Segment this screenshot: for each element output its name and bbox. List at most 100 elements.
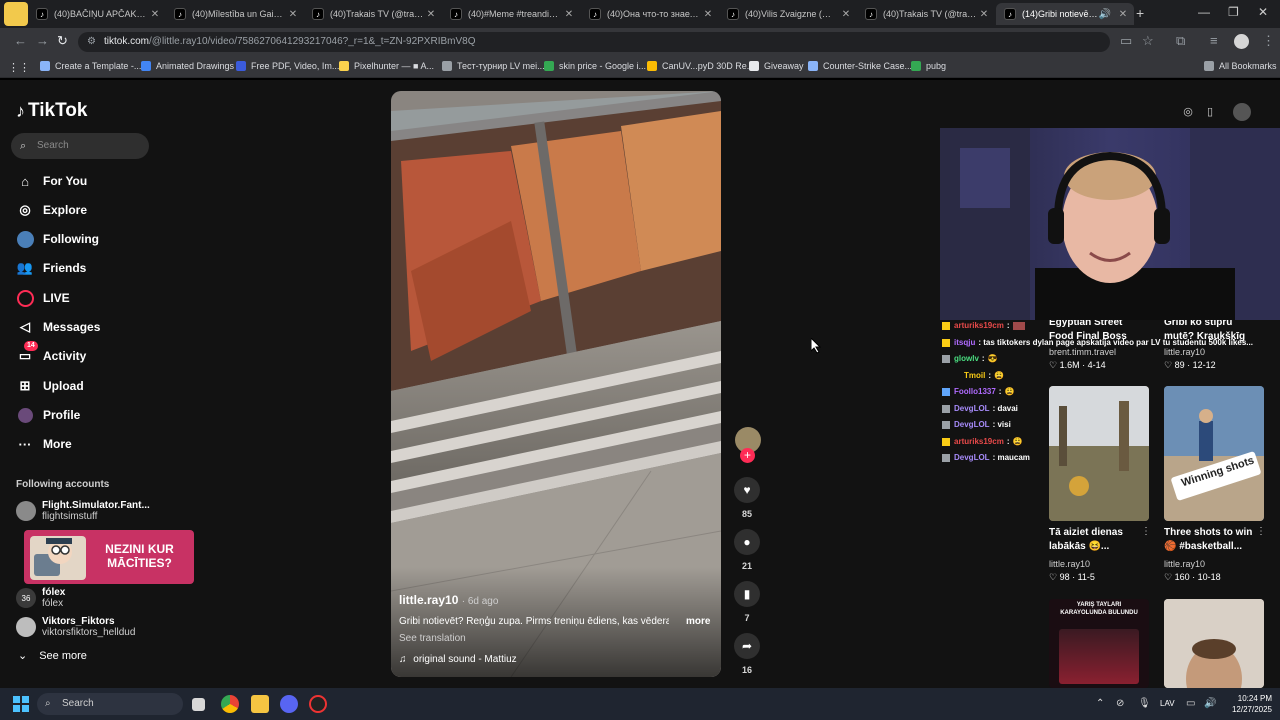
close-icon[interactable]: ✕ xyxy=(839,9,853,20)
restore-icon[interactable]: ❐ xyxy=(1228,5,1239,19)
bookmark-item[interactable]: Counter-Strike Case... xyxy=(808,61,912,71)
close-icon[interactable]: ✕ xyxy=(977,9,991,20)
forward-icon[interactable]: → xyxy=(36,33,49,48)
chrome-icon[interactable] xyxy=(221,695,239,713)
see-translation-link[interactable]: See translation xyxy=(399,633,466,644)
comment-button[interactable]: ● 21 xyxy=(734,529,760,571)
nav-more[interactable]: ··· More xyxy=(16,434,72,454)
video-player[interactable]: little.ray10 · 6d ago Gribi notievēt? Re… xyxy=(391,91,721,677)
close-icon[interactable]: ✕ xyxy=(1116,9,1130,20)
star-icon[interactable]: ☆ xyxy=(1142,33,1154,49)
nav-profile[interactable]: Profile xyxy=(16,405,80,425)
close-icon[interactable]: ✕ xyxy=(424,9,438,20)
close-icon[interactable]: ✕ xyxy=(701,9,715,20)
windows-start-icon[interactable] xyxy=(13,696,29,712)
close-window-icon[interactable]: ✕ xyxy=(1258,5,1268,19)
video-username[interactable]: little.ray10 xyxy=(399,593,458,607)
browser-tab[interactable]: ♪ (40)Vilis Zvaigzne (@vilis ✕ xyxy=(719,3,857,25)
following-account[interactable]: Flight.Simulator.Fant... flightsimstuff xyxy=(16,500,150,522)
tiktok-logo[interactable]: ♪ TikTok xyxy=(16,100,87,122)
bookmark-item[interactable]: Тест-турнир LV mei... xyxy=(442,61,545,71)
nav-friends[interactable]: 👥 Friends xyxy=(16,258,86,278)
grid-author: little.ray10 xyxy=(1049,559,1091,569)
like-button[interactable]: ♥ 85 xyxy=(734,477,760,519)
menu-icon[interactable]: ⋮ xyxy=(1262,33,1275,49)
cast-icon[interactable]: ▭ xyxy=(1120,33,1132,49)
emote-icon: 😎 xyxy=(987,354,998,363)
extensions-icon[interactable]: ⧉ xyxy=(1176,33,1185,49)
bookmark-item[interactable]: Free PDF, Video, Im... xyxy=(236,61,339,71)
reload-icon[interactable]: ↻ xyxy=(57,33,68,49)
compass-icon[interactable]: ◎ xyxy=(1179,103,1197,121)
see-more-button[interactable]: ⌄ See more xyxy=(18,649,87,663)
more-options-icon[interactable]: ⋮ xyxy=(1256,526,1266,537)
network-icon[interactable]: ⊘ xyxy=(1116,698,1124,709)
volume-icon[interactable]: 🔊 xyxy=(1204,698,1216,709)
browser-tab[interactable]: ♪(40)BAČIŅU APČAKARĒJA✕ xyxy=(28,3,166,25)
file-explorer-icon[interactable] xyxy=(251,695,269,713)
ad-banner[interactable]: NEZINI KUR MĀCĪTIES? xyxy=(24,530,194,584)
speaker-icon[interactable]: 🔊 xyxy=(1098,9,1112,20)
app-icon[interactable] xyxy=(309,695,327,713)
url-field[interactable]: ⚙ tiktok.com/@little.ray10/video/7586270… xyxy=(78,32,1110,52)
more-options-icon[interactable]: ⋮ xyxy=(1141,526,1151,537)
chevron-up-icon[interactable]: ⌃ xyxy=(1096,698,1104,709)
keyboard-language[interactable]: LAV xyxy=(1160,699,1175,708)
nav-explore[interactable]: ◎ Explore xyxy=(16,200,87,220)
bookmark-item[interactable]: pubg xyxy=(911,61,946,71)
profile-avatar[interactable] xyxy=(1234,34,1249,49)
media-icon[interactable]: ≡ xyxy=(1210,33,1218,48)
all-bookmarks[interactable]: All Bookmarks xyxy=(1204,61,1277,71)
video-sound[interactable]: ♫ original sound - Mattiuz xyxy=(399,654,517,665)
follow-plus-icon[interactable]: + xyxy=(740,448,755,463)
browser-tab-active[interactable]: ♪(14)Gribi notievēt? Re🔊✕ xyxy=(996,3,1134,25)
following-account[interactable]: Viktors_Fiktors viktorsfiktors_helldud xyxy=(16,616,135,638)
grid-video-thumbnail[interactable]: YARIŞ TAYLARI KARAYOLUNDA BULUNDU xyxy=(1049,599,1149,688)
browser-tab[interactable]: ♪ (40)Mīlestība un Gaisma ✕ xyxy=(166,3,304,25)
browser-tab[interactable]: ♪ (40)#Meme #treanding # ✕ xyxy=(442,3,580,25)
discord-icon[interactable] xyxy=(280,695,298,713)
clock[interactable]: 10:24 PM 12/27/2025 xyxy=(1228,693,1272,715)
bookmark-item[interactable]: skin price - Google i... xyxy=(544,61,646,71)
nav-for-you[interactable]: ⌂ For You xyxy=(16,171,87,191)
close-icon[interactable]: ✕ xyxy=(562,9,576,20)
following-account[interactable]: 36 fólex fólex xyxy=(16,587,65,609)
bookmark-icon xyxy=(749,61,759,71)
video-author-row[interactable]: little.ray10 · 6d ago xyxy=(399,593,498,607)
close-icon[interactable]: ✕ xyxy=(286,9,300,20)
browser-tab[interactable]: ♪(40)Trakais TV (@trakais_✕ xyxy=(857,3,995,25)
share-button[interactable]: ➦ 16 xyxy=(734,633,760,675)
user-avatar[interactable] xyxy=(1233,103,1251,121)
nav-live[interactable]: LIVE xyxy=(16,288,70,308)
more-button[interactable]: more xyxy=(686,616,710,627)
grid-video-thumbnail[interactable] xyxy=(1164,599,1264,688)
phone-icon[interactable]: ▯ xyxy=(1201,103,1219,121)
browser-tab[interactable]: ♪ (40)Она что-то знает | Ti ✕ xyxy=(581,3,719,25)
bookmark-item[interactable]: CanUV...pyD 30D Re... xyxy=(647,61,754,71)
browser-tab[interactable]: ♪(40)Trakais TV (@trakais_✕ xyxy=(304,3,442,25)
save-button[interactable]: ▮ 7 xyxy=(734,581,760,623)
taskbar-search[interactable]: ⌕ Search xyxy=(37,693,183,715)
nav-activity[interactable]: ▭ 14 Activity xyxy=(16,341,86,366)
bookmark-item[interactable]: Create a Template -... xyxy=(40,61,141,71)
new-tab-icon[interactable]: + xyxy=(1136,5,1144,21)
nav-upload[interactable]: ⊞ Upload xyxy=(16,376,84,396)
nav-following[interactable]: Following xyxy=(16,229,99,249)
site-info-icon[interactable]: ⚙ xyxy=(87,32,96,52)
microphone-icon[interactable]: 🎙 xyxy=(1138,698,1151,709)
back-icon[interactable]: ← xyxy=(14,33,27,48)
search-input[interactable]: ⌕ Search xyxy=(11,133,149,159)
bookmark-item[interactable]: Giveaway xyxy=(749,61,804,71)
tab-strip-avatar[interactable] xyxy=(4,2,28,26)
task-view-icon[interactable] xyxy=(192,698,205,711)
chat-badge-icon xyxy=(942,338,950,347)
grid-video-thumbnail[interactable]: Winning shots xyxy=(1164,386,1264,521)
minimize-icon[interactable]: — xyxy=(1198,5,1210,19)
monitor-icon[interactable]: ▭ xyxy=(1186,698,1195,709)
grid-video-thumbnail[interactable] xyxy=(1049,386,1149,521)
nav-messages[interactable]: ◁ Messages xyxy=(16,317,100,337)
bookmark-item[interactable]: Pixelhunter — ■ A... xyxy=(339,61,434,71)
apps-icon[interactable]: ⋮⋮ xyxy=(8,61,30,74)
close-icon[interactable]: ✕ xyxy=(148,9,162,20)
bookmark-item[interactable]: Animated Drawings xyxy=(141,61,234,71)
